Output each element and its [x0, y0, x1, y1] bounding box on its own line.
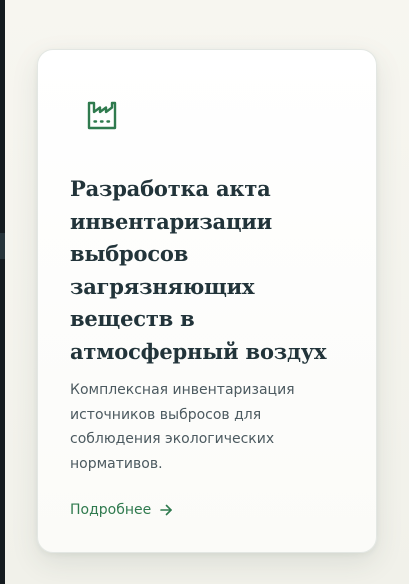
service-card: Разработка акта инвентаризации выбросов …	[37, 49, 377, 553]
more-link-label: Подробнее	[70, 502, 152, 518]
arrow-right-icon	[159, 503, 173, 517]
window-edge-marker	[0, 233, 5, 259]
factory-icon	[86, 99, 118, 131]
window-left-edge	[0, 0, 5, 584]
more-link[interactable]: Подробнее	[70, 498, 173, 522]
card-title: Разработка акта инвентаризации выбросов …	[70, 176, 327, 364]
card-description: Комплексная инвентаризация источников вы…	[70, 382, 295, 472]
